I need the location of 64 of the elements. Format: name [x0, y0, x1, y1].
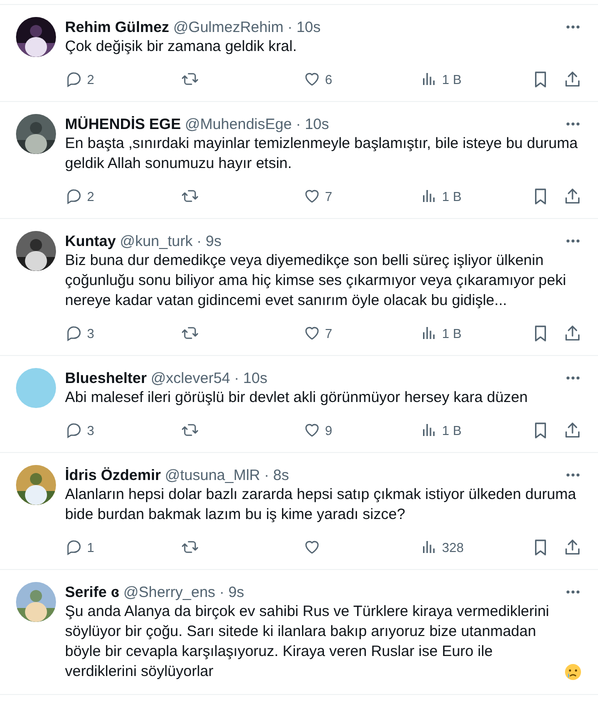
share-icon[interactable] [563, 186, 582, 206]
author-handle[interactable]: @kun_turk [120, 232, 193, 250]
author-name[interactable]: Kuntay [65, 232, 116, 250]
author-name[interactable]: MÜHENDİS EGE [65, 116, 181, 132]
heart-icon[interactable] [303, 324, 321, 342]
separator-dot: · [296, 116, 301, 132]
post-text: Biz buna dur demedikçe veya diyemedikçe son belli süreç işliyor ülkenin çoğunluğu sonu biliyor ama hiç kimse ses çıkarmıyor veya çıkaramıyor peki nereye kadar vatan gidincemi evet sanırım öyle olacak bu gidişle... [65, 251, 568, 311]
share-icon[interactable] [563, 70, 582, 88]
reply-icon[interactable] [65, 421, 83, 439]
separator-dot: · [264, 466, 270, 484]
author-name[interactable]: Serife ɞ [65, 584, 120, 600]
reply-icon[interactable] [65, 324, 83, 342]
post-text: En başta ,sınırdaki mayinlar temizlenmeyle başlamıştır, bile isteye bu duruma geldik Allah sonumuzu hayır etsin. [65, 134, 579, 174]
author-handle[interactable]: @tusuna_MlR [164, 466, 260, 484]
author-handle[interactable]: @GulmezRehim [173, 18, 284, 36]
reply-icon[interactable] [65, 187, 83, 205]
post-text: Çok değişik bir zamana geldik kral. [65, 37, 297, 57]
repost-icon[interactable] [181, 538, 199, 556]
view-count: 1 B [442, 188, 462, 204]
separator-dot: · [196, 232, 202, 250]
repost-icon[interactable] [181, 70, 199, 88]
separator-dot: · [234, 370, 240, 386]
heart-icon[interactable] [303, 538, 321, 556]
post-time[interactable]: 9s [228, 584, 244, 600]
author-name[interactable]: Rehim Gülmez [65, 18, 170, 36]
heart-icon[interactable] [303, 70, 321, 88]
repost-icon[interactable] [181, 324, 199, 342]
post-text: Şu anda Alanya da birçok ev sahibi Rus ve Türklere kiraya vermediklerini söylüyor bir çoğu. Sarı sitede ki ilanlara bakıp arıyoruz bize utanmadan böyle bir cevapla karşılaşıyoruz. Kiraya veren Ruslar ise Euro ile verdiklerini söylüyorlar [65, 602, 550, 682]
author-name[interactable]: Blueshelter [65, 370, 147, 386]
post-time[interactable]: 10s [243, 370, 268, 386]
reply-icon[interactable] [65, 538, 83, 556]
view-count: 1 B [442, 422, 462, 438]
like-count: 9 [325, 422, 332, 438]
like-count: 6 [325, 72, 332, 86]
share-icon[interactable] [563, 324, 582, 342]
like-count: 7 [325, 326, 332, 340]
post-time[interactable]: 10s [304, 116, 330, 132]
separator-dot: · [219, 584, 224, 600]
repost-icon[interactable] [181, 421, 199, 439]
view-count: 1 B [442, 326, 462, 340]
author-name[interactable]: İdris Özdemir [65, 466, 161, 484]
separator-dot: · [287, 18, 292, 36]
repost-icon[interactable] [181, 187, 199, 205]
author-handle[interactable]: @xclever54 [150, 370, 230, 386]
post-text: Abi malesef ileri görüşlü bir devlet akli görünmüyor hersey kara düzen [65, 388, 528, 408]
post-text: Alanların hepsi dolar bazlı zararda hepsi satıp çıkmak istiyor ülkeden duruma bide burdan bakmak lazım bu iş kime yaradı sizce? [65, 485, 578, 525]
reply-count: 2 [87, 72, 94, 86]
like-count: 7 [325, 188, 332, 204]
share-icon[interactable] [563, 538, 582, 556]
heart-icon[interactable] [303, 421, 321, 439]
reply-count: 1 [87, 540, 94, 554]
reply-count: 3 [87, 326, 94, 340]
post-time[interactable]: 10s [296, 18, 321, 36]
author-handle[interactable]: @Sherry_ens [123, 584, 216, 600]
author-handle[interactable]: @MuhendisEge [184, 116, 292, 132]
view-count: 328 [442, 540, 464, 554]
post-time[interactable]: 8s [273, 466, 289, 484]
post-time[interactable]: 9s [206, 232, 222, 250]
view-count: 1 B [442, 72, 462, 86]
heart-icon[interactable] [303, 187, 321, 205]
reply-icon[interactable] [65, 70, 83, 88]
reply-count: 3 [87, 422, 94, 438]
share-icon[interactable] [563, 420, 582, 440]
reply-count: 2 [87, 188, 94, 204]
